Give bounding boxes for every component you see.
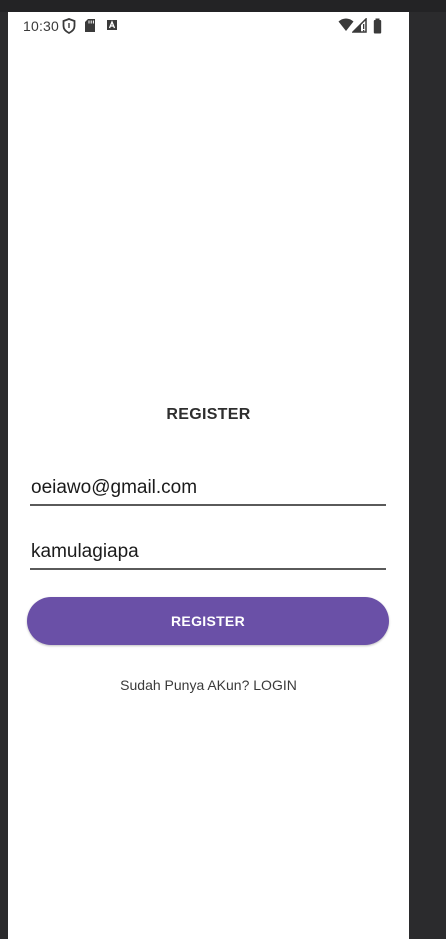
- battery-icon: [373, 18, 382, 39]
- shield-icon: [62, 18, 76, 39]
- register-button[interactable]: REGISTER: [27, 597, 389, 645]
- password-field-value: kamulagiapa: [31, 541, 139, 562]
- signal-icon: [351, 17, 368, 38]
- password-field[interactable]: kamulagiapa: [30, 532, 386, 570]
- a-box-icon: [106, 18, 118, 37]
- page-title: REGISTER: [166, 406, 251, 423]
- emulator-top-strip: [0, 0, 446, 12]
- email-field[interactable]: oeiawo@gmail.com: [30, 468, 386, 506]
- spellcheck-underline: [30, 499, 86, 502]
- phone-screen: 10:30 REGISTER oeiawo@gmail.com kamulagi…: [8, 12, 409, 939]
- sd-card-icon: [84, 18, 96, 38]
- email-field-value: oeiawo@gmail.com: [31, 477, 198, 498]
- status-time: 10:30: [23, 18, 60, 34]
- login-link[interactable]: Sudah Punya AKun? LOGIN: [8, 677, 409, 693]
- status-bar: 10:30: [8, 12, 409, 40]
